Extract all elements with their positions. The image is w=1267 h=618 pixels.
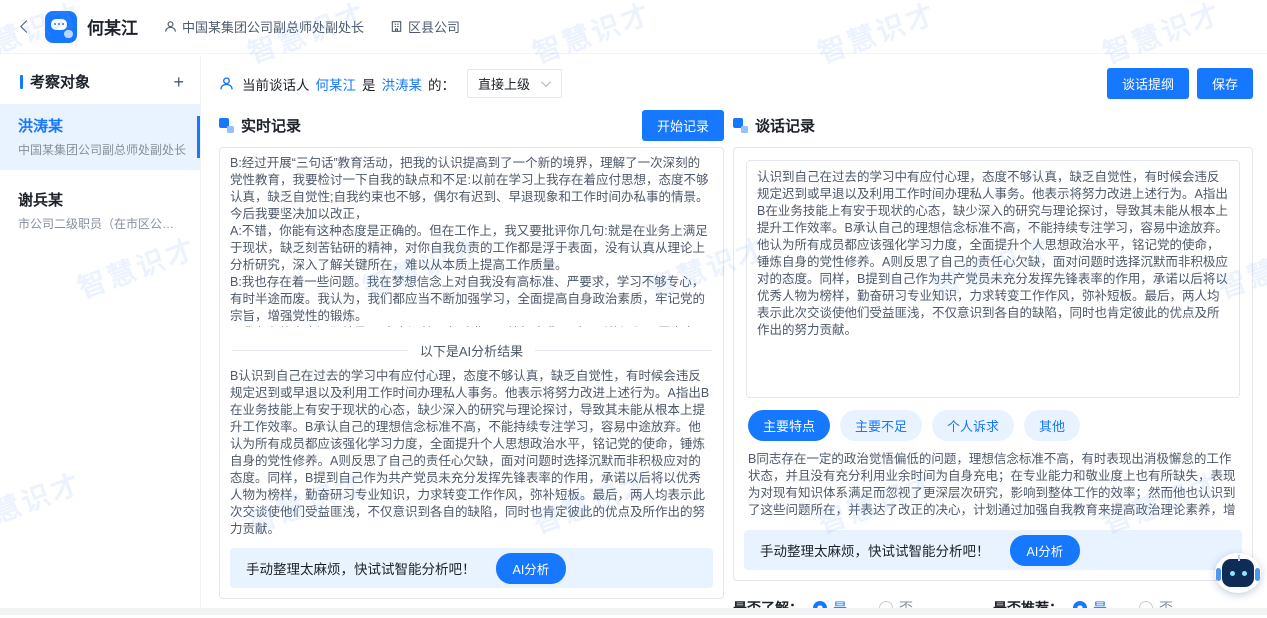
person-icon bbox=[164, 20, 177, 33]
conversation-ai-analyze-button[interactable]: AI分析 bbox=[1010, 535, 1081, 566]
tab-4[interactable]: 其他 bbox=[1024, 410, 1080, 441]
user-icon bbox=[219, 76, 234, 91]
conversation-title: 谈话记录 bbox=[733, 115, 815, 136]
robot-ear-right bbox=[1255, 568, 1260, 581]
robot-eye-left bbox=[1230, 571, 1235, 576]
sidebar: 考察对象 + 洪涛某中国某集团公司副总师处副处长谢兵某市公司二级职员（在市区公司… bbox=[0, 55, 201, 615]
robot-icon bbox=[1222, 559, 1254, 587]
sidebar-title-label: 考察对象 bbox=[30, 71, 90, 92]
record-panel-icon bbox=[219, 118, 234, 133]
person-name: 洪涛某 bbox=[18, 115, 186, 136]
interviewer-link[interactable]: 何某江 bbox=[316, 74, 357, 94]
relation-sentence: 当前谈话人何某江是洪涛某的： 直接上级 bbox=[219, 69, 562, 98]
save-button[interactable]: 保存 bbox=[1197, 68, 1253, 99]
sentence-prefix: 当前谈话人 bbox=[242, 74, 310, 94]
ai-result-divider: 以下是AI分析结果 bbox=[232, 341, 711, 360]
main-area: 当前谈话人何某江是洪涛某的： 直接上级 谈话提纲 保存 实时记录 开始记录 B:… bbox=[201, 55, 1267, 615]
person-list: 洪涛某中国某集团公司副总师处副处长谢兵某市公司二级职员（在市区公司履职... bbox=[0, 104, 200, 244]
realtime-transcript[interactable]: B:经过开展“三句话”教育活动，把我的认识提高到了一个新的境界，理解了一次深刻的… bbox=[220, 148, 723, 327]
tab-3[interactable]: 个人诉求 bbox=[932, 410, 1014, 441]
sidebar-header: 考察对象 + bbox=[0, 55, 200, 104]
sidebar-title: 考察对象 bbox=[20, 71, 90, 92]
start-record-button[interactable]: 开始记录 bbox=[642, 110, 724, 141]
transcript-paragraph: B:我也存在着一些问题。我在梦想信念上对自我没有高标准、严要求，学习不够专心，有… bbox=[230, 274, 711, 325]
realtime-panel: B:经过开展“三句话”教育活动，把我的认识提高到了一个新的境界，理解了一次深刻的… bbox=[219, 147, 724, 599]
person-desc: 市公司二级职员（在市区公司履职... bbox=[18, 215, 186, 232]
talk-outline-button[interactable]: 谈话提纲 bbox=[1107, 68, 1189, 99]
conversation-panel-icon bbox=[733, 118, 748, 133]
sidebar-item-person-2[interactable]: 谢兵某市公司二级职员（在市区公司履职... bbox=[0, 178, 200, 244]
chevron-down-icon bbox=[541, 77, 551, 87]
sentence-suffix: 的： bbox=[428, 74, 455, 94]
robot-eye-right bbox=[1242, 571, 1247, 576]
company-badge: 区县公司 bbox=[390, 17, 460, 36]
toolbar-actions: 谈话提纲 保存 bbox=[1107, 68, 1253, 99]
conversation-summary-textarea[interactable]: 认识到自己在过去的学习中有应付心理，态度不够认真，缺乏自觉性，有时候会违反规定迟… bbox=[746, 160, 1240, 398]
conversation-ai-tip: 手动整理太麻烦，快试试智能分析吧！ bbox=[760, 540, 990, 560]
robot-antenna bbox=[1238, 555, 1240, 561]
relation-select[interactable]: 直接上级 bbox=[467, 69, 562, 98]
conversation-title-label: 谈话记录 bbox=[755, 115, 815, 136]
position-badge-label: 中国某集团公司副总师处副处长 bbox=[182, 17, 364, 36]
realtime-title-label: 实时记录 bbox=[241, 115, 301, 136]
building-icon bbox=[390, 20, 403, 33]
toolbar: 当前谈话人何某江是洪涛某的： 直接上级 谈话提纲 保存 bbox=[219, 68, 1253, 99]
back-icon[interactable] bbox=[20, 20, 33, 33]
title-accent-bar bbox=[20, 75, 23, 89]
horizontal-scrollbar[interactable] bbox=[0, 608, 1267, 615]
assistant-robot-button[interactable] bbox=[1215, 553, 1261, 593]
ai-result-text: B认识到自己在过去的学习中有应付心理，态度不够认真，缺乏自觉性，有时候会违反规定… bbox=[220, 362, 723, 538]
realtime-column: 实时记录 开始记录 B:经过开展“三句话”教育活动，把我的认识提高到了一个新的境… bbox=[219, 109, 724, 599]
chat-bubble-icon bbox=[51, 19, 67, 30]
target-link[interactable]: 洪涛某 bbox=[382, 74, 423, 94]
position-badge: 中国某集团公司副总师处副处长 bbox=[164, 17, 364, 36]
conversation-ai-bar: 手动整理太麻烦，快试试智能分析吧！ AI分析 bbox=[744, 530, 1242, 570]
interviewer-name: 何某江 bbox=[87, 14, 138, 39]
robot-ear-left bbox=[1216, 568, 1221, 581]
realtime-ai-analyze-button[interactable]: AI分析 bbox=[496, 553, 567, 584]
sentence-connector: 是 bbox=[362, 74, 376, 94]
top-header: 何某江 中国某集团公司副总师处副处长 区县公司 bbox=[0, 0, 1267, 54]
relation-value: 直接上级 bbox=[478, 74, 530, 93]
ai-result-divider-label: 以下是AI分析结果 bbox=[420, 341, 523, 360]
conversation-panel: 认识到自己在过去的学习中有应付心理，态度不够认真，缺乏自觉性，有时候会违反规定迟… bbox=[733, 147, 1253, 581]
transcript-paragraph: B:经过开展“三句话”教育活动，把我的认识提高到了一个新的境界，理解了一次深刻的… bbox=[230, 155, 711, 223]
realtime-title: 实时记录 bbox=[219, 115, 301, 136]
add-person-icon[interactable]: + bbox=[173, 73, 184, 91]
company-badge-label: 区县公司 bbox=[408, 17, 460, 36]
person-name: 谢兵某 bbox=[18, 189, 186, 210]
tab-1[interactable]: 主要特点 bbox=[748, 410, 830, 441]
chat-bubble-small-icon bbox=[64, 30, 73, 38]
tab-content-text: B同志存在一定的政治觉悟偏低的问题，理想信念标准不高，有时表现出消极懈怠的工作状… bbox=[748, 451, 1238, 520]
sidebar-item-person-1[interactable]: 洪涛某中国某集团公司副总师处副处长 bbox=[0, 104, 200, 170]
person-desc: 中国某集团公司副总师处副处长 bbox=[18, 141, 186, 158]
transcript-paragraph: A:我存在的突出问题就是:职责意识差，有时满足于管好自我，对见到的问题不愿意多说… bbox=[230, 325, 711, 327]
tab-2[interactable]: 主要不足 bbox=[840, 410, 922, 441]
transcript-paragraph: A:不错，你能有这种态度是正确的。但在工作上，我又要批评你几句:就是在业务上满足… bbox=[230, 223, 711, 274]
chat-app-icon bbox=[45, 11, 77, 43]
analysis-tabs: 主要特点主要不足个人诉求其他 bbox=[748, 410, 1238, 441]
realtime-ai-tip: 手动整理太麻烦，快试试智能分析吧！ bbox=[246, 558, 476, 578]
conversation-column: 谈话记录 认识到自己在过去的学习中有应付心理，态度不够认真，缺乏自觉性，有时候会… bbox=[733, 109, 1253, 618]
realtime-ai-bar: 手动整理太麻烦，快试试智能分析吧！ AI分析 bbox=[230, 548, 713, 588]
